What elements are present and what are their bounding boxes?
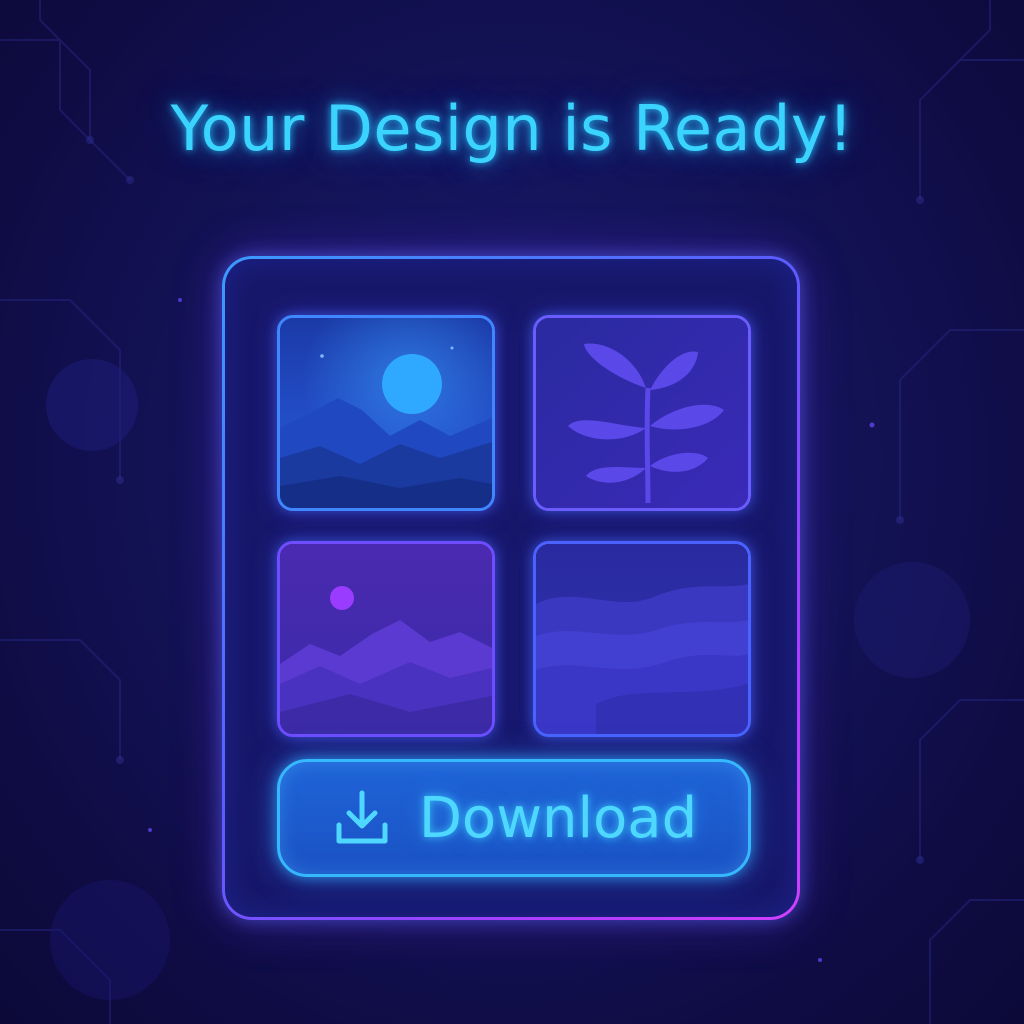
- design-tile-leaf-plant[interactable]: [533, 315, 751, 511]
- mountain-moon-icon: [280, 318, 492, 508]
- mountain-sunset-icon: [280, 544, 492, 734]
- download-icon: [331, 787, 393, 849]
- leaf-plant-icon: [536, 318, 748, 508]
- design-preview-card: Download: [222, 256, 800, 920]
- design-tile-mountain-sunset[interactable]: [277, 541, 495, 737]
- wave-landscape-icon: [536, 544, 748, 734]
- download-label: Download: [418, 785, 698, 851]
- download-button[interactable]: Download: [277, 759, 751, 877]
- page-title: Your Design is Ready!: [170, 92, 854, 165]
- design-tile-wave-landscape[interactable]: [533, 541, 751, 737]
- design-tile-mountain-moon[interactable]: [277, 315, 495, 511]
